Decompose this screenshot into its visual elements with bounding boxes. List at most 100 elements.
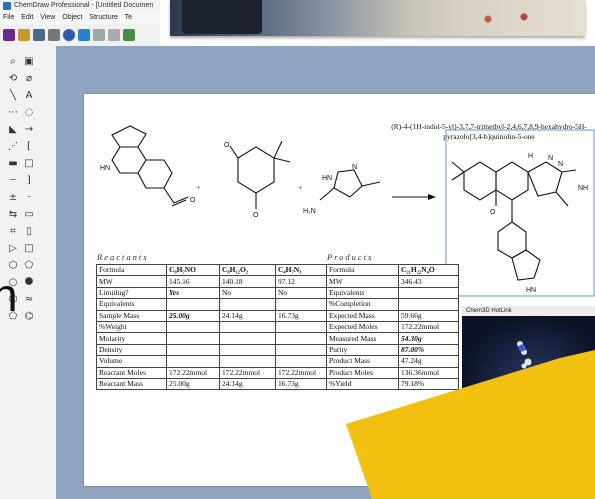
reactants-cell[interactable]: 172.22mmol: [166, 366, 220, 379]
reactants-cell[interactable]: 16.73g: [275, 309, 331, 322]
products-cell[interactable]: C₂₁H₂₂N₄O: [398, 263, 459, 277]
hash-bond-icon[interactable]: ⋰: [6, 141, 20, 153]
products-cell[interactable]: [398, 286, 459, 300]
copy-icon[interactable]: [123, 29, 135, 41]
window-title-bar: ChemDraw Professional - [Untitled Docume…: [0, 0, 160, 12]
reactants-cell[interactable]: No: [219, 286, 276, 300]
products-cell[interactable]: 87.00%: [398, 343, 459, 357]
reactants-row: Limiting? Yes No No: [96, 286, 331, 300]
products-row-label: Product Moles: [326, 366, 399, 379]
charge-icon[interactable]: ±: [6, 192, 20, 204]
reactants-cell[interactable]: [166, 320, 220, 334]
products-cell[interactable]: 172.22mmol: [398, 320, 459, 334]
menu-text-truncated[interactable]: Te: [125, 14, 132, 21]
template-icon[interactable]: ⌗: [6, 226, 20, 238]
reactants-cell[interactable]: 97.12: [275, 275, 331, 288]
reactants-cell[interactable]: 25.00g: [166, 377, 220, 391]
marquee-icon[interactable]: ▣: [22, 56, 36, 68]
reactants-cell[interactable]: 24.14g: [219, 309, 276, 322]
cut-icon[interactable]: [108, 29, 120, 41]
save-icon[interactable]: [33, 29, 45, 41]
reactants-cell[interactable]: No: [275, 286, 331, 300]
reactants-cell[interactable]: [275, 332, 331, 345]
text-icon[interactable]: A: [22, 90, 36, 102]
products-cell[interactable]: 59.66g: [398, 309, 459, 322]
reactants-cell[interactable]: C₉H₇NO: [166, 263, 220, 277]
octagon-icon[interactable]: ⯃: [22, 277, 36, 289]
reactants-cell[interactable]: 172.22mmol: [275, 366, 331, 379]
atom-map-icon[interactable]: ⇆: [6, 209, 20, 221]
print-icon[interactable]: [48, 29, 60, 41]
bond-icon[interactable]: ╲: [6, 90, 20, 102]
reactants-cell[interactable]: [275, 355, 331, 368]
redo-icon[interactable]: [93, 29, 105, 41]
wave-icon[interactable]: ≈: [22, 294, 36, 306]
reactants-cell[interactable]: [275, 343, 331, 357]
reactants-cell[interactable]: [275, 320, 331, 334]
products-row: Expected Mass 59.66g: [326, 309, 459, 322]
reactants-cell[interactable]: [219, 355, 276, 368]
reactants-cell[interactable]: C₈H₁₂O₂: [219, 263, 276, 277]
chem3d-hotlink-panel[interactable]: Chem3D HotLink: [462, 306, 595, 426]
products-cell[interactable]: 346.43: [398, 275, 459, 288]
pentagon-icon[interactable]: ⬠: [22, 260, 36, 272]
products-row-label: MW: [326, 275, 399, 288]
reactants-cell[interactable]: C₄H₇N₃: [275, 263, 331, 277]
bold-bond-icon[interactable]: ▬: [6, 158, 20, 170]
reactants-cell[interactable]: [166, 332, 220, 345]
reactants-cell[interactable]: [219, 320, 276, 334]
reactants-cell[interactable]: 172.22mmol: [219, 366, 276, 379]
products-cell[interactable]: 47.24g: [398, 355, 459, 368]
menu-file[interactable]: File: [3, 14, 14, 21]
new-document-icon[interactable]: [3, 29, 15, 41]
reactants-cell[interactable]: 24.14g: [219, 377, 276, 391]
reactants-row-label: Sample Mass: [96, 309, 167, 322]
play-icon[interactable]: ▷: [6, 243, 20, 255]
products-cell[interactable]: 79.18%: [398, 377, 459, 391]
wedge-bond-icon[interactable]: ◣: [6, 124, 20, 136]
reactants-cell[interactable]: [219, 332, 276, 345]
reactants-cell[interactable]: [166, 298, 220, 311]
reactants-cell[interactable]: Yes: [166, 286, 220, 300]
open-folder-icon[interactable]: [18, 29, 30, 41]
bracket-icon[interactable]: ⁅: [22, 141, 36, 153]
menu-object[interactable]: Object: [62, 14, 82, 21]
reactants-cell[interactable]: 145.16: [166, 275, 220, 288]
lasso-icon[interactable]: ⌕: [6, 56, 20, 68]
menu-edit[interactable]: Edit: [21, 14, 33, 21]
reactants-cell[interactable]: [275, 298, 331, 311]
help-icon[interactable]: [63, 29, 75, 41]
benzene-icon[interactable]: ⌬: [22, 311, 36, 323]
products-table[interactable]: Formula C₂₁H₂₂N₄O MW 346.43 Equivalents %Comp…: [326, 263, 459, 391]
reactants-cell[interactable]: [219, 343, 276, 357]
menu-view[interactable]: View: [40, 14, 55, 21]
products-row: Expected Moles 172.22mmol: [326, 320, 459, 334]
bracket-alt-icon[interactable]: ⁆: [22, 175, 36, 187]
reactants-cell[interactable]: 25.00g: [166, 309, 220, 322]
reactants-cell[interactable]: [166, 355, 220, 368]
products-cell[interactable]: [398, 298, 459, 311]
reactants-cell[interactable]: 140.18: [219, 275, 276, 288]
dashed-bond-icon[interactable]: ┄: [6, 175, 20, 187]
arrow-icon[interactable]: →: [22, 124, 36, 136]
chain-icon[interactable]: ⋯: [6, 107, 20, 119]
reactants-table[interactable]: Formula C₉H₇NO C₈H₁₂O₂ C₄H₇N₃ MW 145.16 140.18…: [96, 263, 331, 391]
rotate-icon[interactable]: ⟲: [6, 73, 20, 85]
products-cell[interactable]: 54.30g: [398, 332, 459, 345]
3d-model-view[interactable]: [462, 316, 595, 426]
square-icon[interactable]: □: [22, 243, 36, 255]
element-icon[interactable]: ▯: [22, 226, 36, 238]
reactants-row-label: Volume: [96, 355, 167, 368]
reactants-cell[interactable]: 16.73g: [275, 377, 331, 391]
table-icon[interactable]: ▭: [22, 209, 36, 221]
products-cell[interactable]: 136.36mmol: [398, 366, 459, 379]
products-row: MW 346.43: [326, 275, 459, 288]
box-icon[interactable]: □: [22, 158, 36, 170]
menu-structure[interactable]: Structure: [89, 14, 117, 21]
ring-icon[interactable]: ◌: [22, 107, 36, 119]
undo-icon[interactable]: [78, 29, 90, 41]
reactants-cell[interactable]: [219, 298, 276, 311]
symbol-icon[interactable]: ⋅: [22, 192, 36, 204]
eraser-icon[interactable]: ⌀: [22, 73, 36, 85]
reactants-cell[interactable]: [166, 343, 220, 357]
